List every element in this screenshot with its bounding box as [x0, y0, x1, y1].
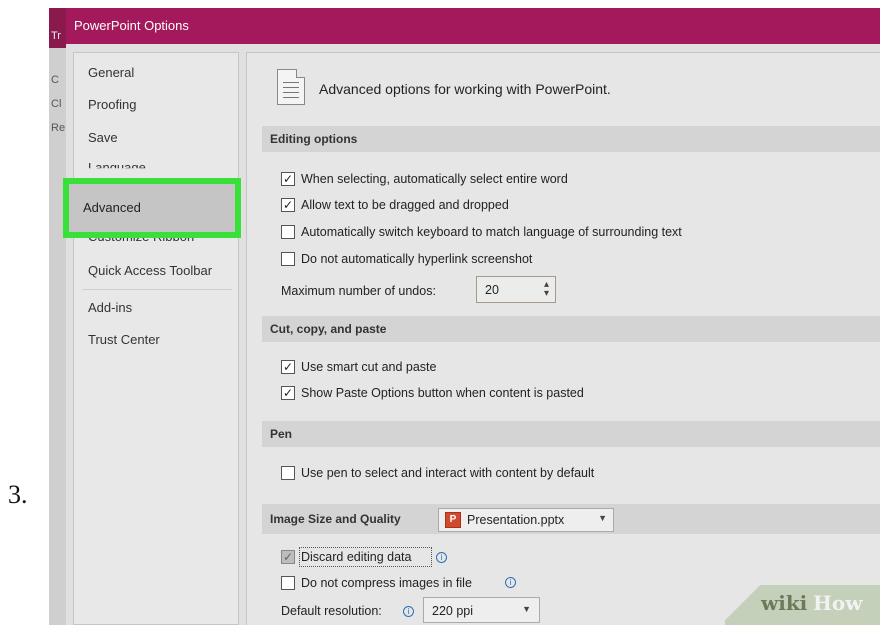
option-label: Automatically switch keyboard to match l… — [301, 225, 682, 239]
step-number: 3. — [8, 480, 28, 509]
section-editing-options: Editing options — [262, 126, 880, 152]
background-fragment: Tr — [51, 30, 61, 42]
info-icon[interactable]: i — [403, 606, 414, 617]
max-undos-label: Maximum number of undos: — [281, 284, 436, 298]
document-options-icon — [277, 69, 305, 105]
powerpoint-file-icon: P — [445, 512, 461, 528]
resolution-value: 220 ppi — [432, 604, 474, 618]
checkbox-checked-disabled-icon[interactable]: ✓ — [281, 550, 295, 564]
checkbox-unchecked-icon[interactable] — [281, 225, 295, 239]
info-icon[interactable]: i — [436, 552, 447, 563]
checkbox-unchecked-icon[interactable] — [281, 252, 295, 266]
checkbox-checked-icon[interactable]: ✓ — [281, 386, 295, 400]
checkbox-unchecked-icon[interactable] — [281, 466, 295, 480]
background-app-strip: Tr C Cl Re — [49, 8, 66, 625]
section-cut-copy-paste: Cut, copy, and paste — [262, 316, 880, 342]
option-label: Show Paste Options button when content i… — [301, 386, 584, 400]
default-resolution-label-text: Default resolution: — [281, 604, 382, 618]
option-label: Allow text to be dragged and dropped — [301, 198, 509, 212]
dialog-title: PowerPoint Options — [74, 18, 189, 33]
nav-item-proofing[interactable]: Proofing — [88, 97, 136, 112]
nav-item-language[interactable]: Language — [88, 160, 146, 168]
checkbox-unchecked-icon[interactable] — [281, 576, 295, 590]
advanced-header-text: Advanced options for working with PowerP… — [319, 81, 611, 97]
nav-item-advanced-label: Advanced — [83, 200, 141, 215]
nav-item-trust-center[interactable]: Trust Center — [88, 332, 160, 347]
chevron-down-icon[interactable]: ▼ — [522, 604, 531, 614]
checkbox-checked-icon[interactable]: ✓ — [281, 360, 295, 374]
watermark-wiki: wiki — [761, 591, 808, 615]
options-nav: General Proofing Save Language Customize… — [73, 52, 239, 625]
option-label: Use smart cut and paste — [301, 360, 437, 374]
chevron-down-icon[interactable]: ▼ — [598, 513, 607, 523]
default-resolution-select[interactable]: 220 ppi ▼ — [423, 597, 540, 623]
background-app-titlebar — [49, 8, 66, 48]
section-title: Cut, copy, and paste — [270, 322, 387, 336]
wikihow-watermark: wiki How — [725, 585, 880, 625]
nav-item-general[interactable]: General — [88, 65, 134, 80]
checkbox-checked-icon[interactable]: ✓ — [281, 172, 295, 186]
file-select-value: Presentation.pptx — [467, 513, 565, 527]
section-title: Image Size and Quality — [270, 512, 401, 526]
default-resolution-label: Default resolution: — [281, 604, 382, 618]
spinner-arrows-icon[interactable]: ▴ ▾ — [544, 280, 549, 299]
nav-item-add-ins[interactable]: Add-ins — [88, 300, 132, 315]
option-label: Do not compress images in file — [301, 576, 472, 590]
background-fragment: C — [51, 74, 59, 86]
section-pen: Pen — [262, 421, 880, 447]
option-label: Discard editing data — [301, 550, 412, 564]
nav-item-advanced[interactable]: Advanced — [63, 178, 241, 238]
powerpoint-options-window: Tr C Cl Re PowerPoint Options General Pr… — [49, 8, 880, 625]
section-title: Editing options — [270, 132, 358, 146]
background-fragment: Re — [51, 122, 66, 134]
presentation-file-select[interactable]: P Presentation.pptx ▼ — [438, 508, 614, 532]
background-fragment: Cl — [51, 98, 62, 110]
info-icon[interactable]: i — [505, 577, 516, 588]
nav-item-quick-access-toolbar[interactable]: Quick Access Toolbar — [88, 263, 212, 278]
max-undos-value[interactable]: 20 — [485, 283, 499, 297]
max-undos-spinner[interactable]: 20 ▴ ▾ — [476, 276, 556, 303]
option-label: When selecting, automatically select ent… — [301, 172, 568, 186]
nav-divider — [82, 289, 232, 290]
advanced-options-panel: Advanced options for working with PowerP… — [246, 52, 880, 625]
section-title: Pen — [270, 427, 293, 441]
checkbox-checked-icon[interactable]: ✓ — [281, 198, 295, 212]
option-label: Use pen to select and interact with cont… — [301, 466, 595, 480]
nav-item-save[interactable]: Save — [88, 130, 118, 145]
option-label: Do not automatically hyperlink screensho… — [301, 252, 533, 266]
dialog-titlebar: PowerPoint Options — [66, 8, 880, 44]
watermark-how: How — [813, 591, 863, 615]
